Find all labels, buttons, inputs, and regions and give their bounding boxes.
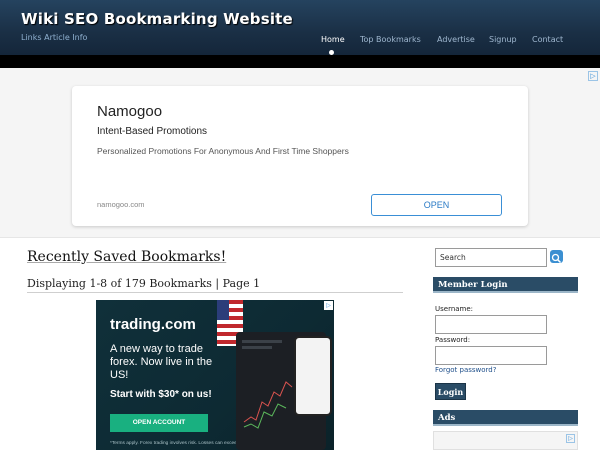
ad-card[interactable]: Namogoo Intent-Based Promotions Personal… (72, 86, 528, 226)
nav-contact[interactable]: Contact (532, 35, 563, 44)
sidebar-ad-slot[interactable]: ▷ (433, 431, 578, 450)
top-ad-banner: ▷ Namogoo Intent-Based Promotions Person… (0, 68, 600, 238)
page-title: Recently Saved Bookmarks! (27, 249, 227, 265)
login-button[interactable]: Login (435, 383, 466, 400)
adchoices-icon[interactable]: ▷ (588, 71, 598, 81)
trading-phone-mockup (294, 336, 332, 416)
main-nav: Home Top Bookmarks Advertise Signup Cont… (0, 35, 600, 47)
username-label: Username: (435, 305, 474, 313)
password-label: Password: (435, 336, 471, 344)
ad-description: Personalized Promotions For Anonymous An… (97, 146, 349, 156)
nav-signup[interactable]: Signup (489, 35, 517, 44)
username-field[interactable] (435, 315, 547, 334)
site-title[interactable]: Wiki SEO Bookmarking Website (21, 10, 293, 28)
ad-domain: namogoo.com (97, 200, 145, 209)
nav-home[interactable]: Home (321, 35, 345, 44)
trading-ad-copy: A new way to trade forex. Now live in th… (110, 343, 213, 381)
results-count: Displaying 1-8 of 179 Bookmarks | Page 1 (27, 277, 261, 290)
open-account-button[interactable]: OPEN ACCOUNT (110, 414, 208, 432)
content-divider (27, 292, 403, 293)
search-icon (551, 253, 562, 264)
site-header: Wiki SEO Bookmarking Website Links Artic… (0, 0, 600, 55)
nav-advertise[interactable]: Advertise (437, 35, 475, 44)
nav-top-bookmarks[interactable]: Top Bookmarks (360, 35, 421, 44)
trading-ad[interactable]: ▷ trading.com A new way to trade forex. … (96, 300, 334, 450)
search-input[interactable]: Search (435, 248, 547, 267)
trading-ad-logo: trading.com (110, 316, 196, 333)
ad-brand[interactable]: Namogoo (97, 103, 162, 120)
ad-open-button[interactable]: OPEN (371, 194, 502, 216)
forgot-password-link[interactable]: Forgot password? (435, 366, 496, 374)
header-divider-bar (0, 55, 600, 68)
trading-ad-offer: Start with $30* on us! (110, 389, 212, 400)
adchoices-icon[interactable]: ▷ (324, 301, 333, 310)
search-button[interactable] (550, 250, 563, 264)
member-login-header: Member Login (433, 277, 578, 293)
adchoices-icon[interactable]: ▷ (566, 434, 575, 443)
ad-headline: Intent-Based Promotions (97, 126, 208, 137)
ads-header: Ads (433, 410, 578, 426)
password-field[interactable] (435, 346, 547, 365)
